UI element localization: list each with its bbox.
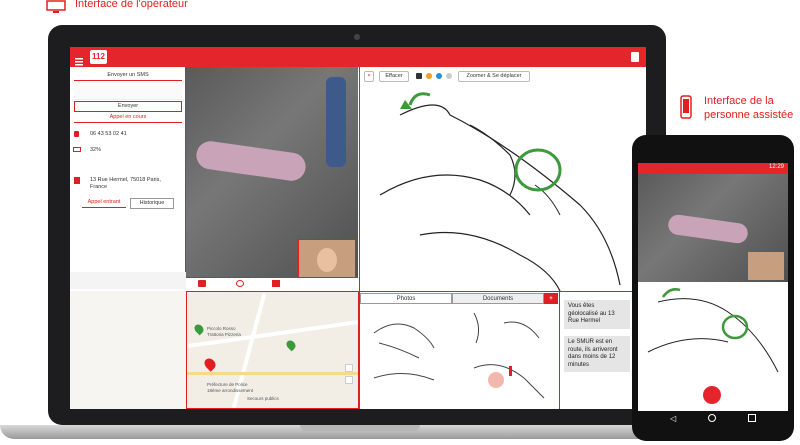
location-map[interactable]: Piccolo Rosso Trattoria Pizzeria Préfect…: [186, 291, 359, 409]
zoom-pan-button[interactable]: Zoomer & Se déplacer: [458, 71, 530, 82]
back-icon[interactable]: ◁: [670, 414, 676, 423]
color-swatch-orange[interactable]: [426, 73, 432, 79]
tab-photos[interactable]: Photos: [360, 293, 452, 304]
tab-incoming-call[interactable]: Appel entrant: [82, 198, 126, 208]
refresh-icon[interactable]: [236, 280, 244, 287]
battery-icon: [73, 147, 81, 152]
laptop-notch: [300, 425, 420, 431]
bystander-legs: [326, 77, 346, 167]
erase-button[interactable]: Effacer: [379, 71, 409, 82]
color-swatch-blue[interactable]: [436, 73, 442, 79]
send-sms-button[interactable]: Envoyer un SMS: [74, 71, 182, 81]
caller-address: 13 Rue Hermel, 75018 Paris, France: [90, 177, 161, 190]
zoom-out-button[interactable]: [345, 376, 353, 384]
assisted-person-screen: 12:29: [638, 163, 788, 411]
victim-video-feed: [186, 67, 358, 287]
home-icon[interactable]: [708, 414, 716, 422]
color-swatch-gray[interactable]: [446, 73, 452, 79]
caller-phone: 06 43 53 02 41: [90, 131, 127, 137]
menu-icon[interactable]: [75, 53, 83, 66]
phone-icon: [74, 131, 79, 137]
drawing-canvas-panel: × Effacer Zoomer & Se déplacer: [359, 67, 646, 291]
camera-icon[interactable]: [198, 280, 206, 287]
map-label: Piccolo Rosso: [207, 326, 236, 331]
call-status: Appel en cours: [74, 113, 182, 123]
map-label: Préfecture de Police: [207, 382, 248, 387]
video-controls: [186, 277, 358, 289]
caller-location-pin-icon[interactable]: [202, 356, 218, 372]
zoom-in-button[interactable]: [345, 364, 353, 372]
operator-webcam-thumbnail: [748, 252, 784, 280]
tab-documents[interactable]: Documents: [452, 293, 544, 304]
phone-video-feed: [638, 174, 788, 282]
phone-clock: 12:29: [768, 164, 784, 170]
map-road: [187, 372, 358, 375]
media-panel: Photos Documents +: [359, 291, 559, 409]
operator-callout: Interface de l'opérateur: [75, 0, 188, 10]
color-swatch-black[interactable]: [416, 73, 422, 79]
send-button[interactable]: Envoyer: [74, 101, 182, 112]
sms-message-input[interactable]: [74, 82, 182, 100]
map-label: Secours publics: [247, 396, 279, 401]
recents-icon[interactable]: [748, 414, 756, 422]
map-pin-icon[interactable]: [284, 338, 298, 352]
cpr-illustration[interactable]: [360, 85, 646, 291]
phone-status-bar: 12:29: [638, 163, 788, 174]
first-aid-illustrations[interactable]: [364, 308, 556, 408]
message-bubble: Le SMUR est en route, ils arriveront dan…: [564, 336, 630, 372]
assisted-callout: Interface de la personne assistée: [704, 95, 794, 121]
battery-level: 32%: [90, 147, 102, 153]
smartphone-icon: [680, 95, 692, 119]
app-logo: 112: [90, 50, 107, 64]
map-label: Trattoria Pizzeria: [207, 332, 241, 337]
operator-face: [317, 248, 337, 272]
add-document-button[interactable]: +: [544, 293, 558, 304]
location-icon: [74, 177, 80, 184]
map-pin-icon[interactable]: [192, 322, 206, 336]
caller-info-panel: Envoyer un SMS Envoyer Appel en cours 06…: [70, 67, 186, 289]
map-overview[interactable]: [70, 291, 186, 409]
app-header: 112: [70, 47, 646, 67]
webcam: [354, 34, 360, 40]
left-panel-footer: [70, 272, 186, 289]
monitor-icon: [46, 0, 66, 14]
close-icon[interactable]: ×: [364, 71, 374, 82]
map-label: 18ème arrondissement: [207, 388, 254, 393]
operator-screen: 112 Envoyer un SMS Envoyer Appel en cour…: [70, 47, 646, 409]
tab-history[interactable]: Historique: [130, 198, 174, 209]
victim-figure: [666, 213, 750, 245]
emergency-button[interactable]: [703, 386, 721, 404]
victim-figure: [194, 139, 308, 183]
android-nav-bar: ◁: [638, 411, 788, 425]
message-bubble: Vous êtes géolocalisé au 13 Rue Hermel: [564, 300, 630, 329]
gallery-icon[interactable]: [272, 280, 280, 287]
phone-cpr-illustration: [647, 288, 779, 373]
exit-icon[interactable]: [631, 52, 639, 62]
